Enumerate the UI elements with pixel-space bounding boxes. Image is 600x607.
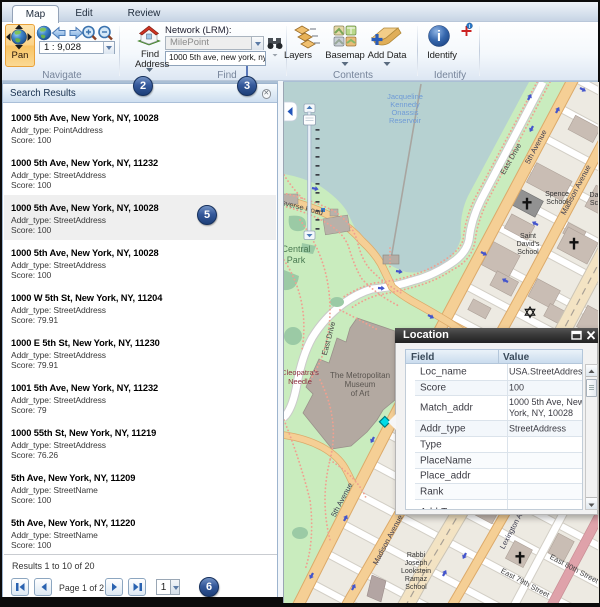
svg-text:Cleopatra's: Cleopatra's: [284, 368, 319, 377]
svg-text:School: School: [517, 249, 539, 256]
svg-text:David's: David's: [517, 241, 540, 248]
svg-text:The Metropolitan: The Metropolitan: [330, 371, 390, 380]
svg-text:i: i: [469, 24, 471, 30]
svg-text:Park: Park: [287, 255, 306, 265]
svg-text:of Art: of Art: [351, 389, 370, 398]
svg-text:Sc: Sc: [590, 200, 598, 207]
svg-text:Needle: Needle: [288, 377, 312, 386]
svg-text:Spence: Spence: [545, 191, 569, 198]
svg-text:Saint: Saint: [520, 233, 536, 240]
svg-text:School: School: [405, 584, 427, 591]
svg-text:Joseph: Joseph: [405, 560, 428, 567]
svg-text:Lookstein: Lookstein: [401, 568, 431, 575]
svg-text:i: i: [437, 28, 441, 45]
svg-text:Reservoir: Reservoir: [389, 116, 422, 125]
svg-text:Da: Da: [590, 192, 598, 199]
svg-text:Central: Central: [284, 244, 311, 254]
svg-text:Museum: Museum: [345, 380, 376, 389]
svg-text:Ramaz: Ramaz: [405, 576, 428, 583]
svg-text:Rabbi: Rabbi: [407, 552, 426, 559]
